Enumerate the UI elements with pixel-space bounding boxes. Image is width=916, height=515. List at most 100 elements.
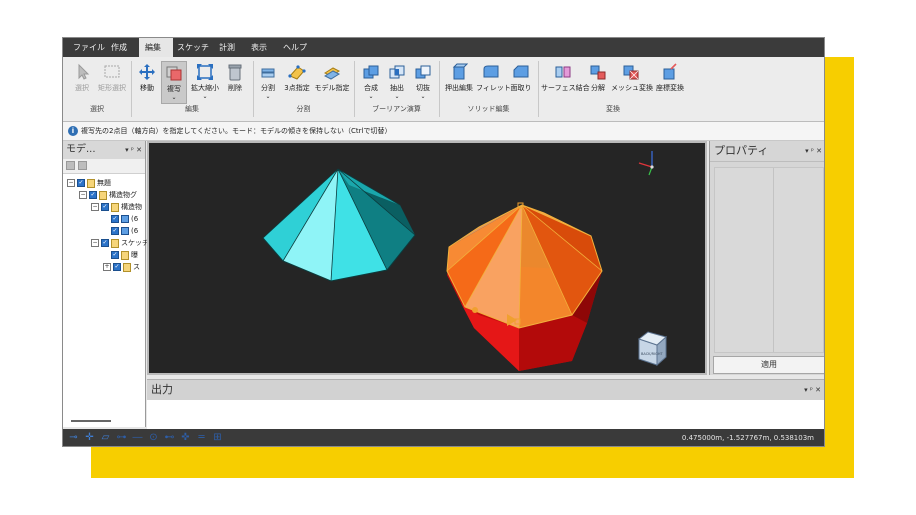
checkbox-checked-icon[interactable]: ✓ [101,239,109,247]
checkbox-checked-icon[interactable]: ✓ [113,263,121,271]
tree-node-sketch-item[interactable]: ✓ 曝 [111,250,138,261]
tree-node-solid[interactable]: ✓ (6 [111,214,138,225]
coordinate-transform-icon [663,63,677,80]
model-specify-button[interactable]: モデル指定 [314,61,350,101]
group-label-select: 選択 [90,105,104,113]
menu-bar: ファイル 作成 編集 スケッチ 計測 表示 ヘルプ [63,38,824,57]
model-specify-label: モデル指定 [314,84,350,92]
menu-sketch[interactable]: スケッチ [171,38,215,57]
snap-line-icon[interactable]: ― [131,432,144,444]
explode-button[interactable]: 分解 [587,61,609,101]
3d-viewport[interactable]: BACK/RIGHT [147,141,707,375]
menu-help[interactable]: ヘルプ [277,38,313,57]
checkbox-checked-icon[interactable]: ✓ [101,203,109,211]
checkbox-checked-icon[interactable]: ✓ [111,251,119,259]
three-point-label: 3点指定 [284,84,310,92]
extrude-label: 押出編集 [445,84,473,92]
menu-edit[interactable]: 編集 [139,38,173,57]
subtract-icon [415,65,431,79]
rectangle-select-button[interactable]: 矩形選択 [96,61,128,101]
select-label: 選択 [75,84,89,92]
model-specify-icon [323,67,341,80]
split-button[interactable]: 分割 ⌄ [257,61,279,101]
apply-button[interactable]: 適用 [713,356,824,374]
snap-midpoint-icon[interactable]: ⊷ [163,432,176,444]
horizontal-scrollbar[interactable] [71,420,111,422]
extrude-button[interactable]: 押出編集 [443,61,475,101]
extrude-icon [452,63,468,80]
red-orange-solid[interactable] [446,202,603,371]
snap-endpoint-icon[interactable]: ⊸ [67,432,80,444]
checkbox-checked-icon[interactable]: ✓ [89,191,97,199]
snap-parallel-icon[interactable]: ═ [195,432,208,444]
snap-parallelogram-icon[interactable]: ▱ [99,432,112,444]
expand-icon[interactable]: + [103,263,111,271]
intersect-button[interactable]: 抽出 ⌄ [385,61,409,101]
snap-line-endpoint-icon[interactable]: ⊶ [115,432,128,444]
menu-view[interactable]: 表示 [245,38,273,57]
tree-node-label: 構造物 [121,203,142,211]
collapse-icon[interactable]: − [91,239,99,247]
collapse-icon[interactable]: − [91,203,99,211]
delete-button[interactable]: 削除 [223,61,247,101]
menu-measure[interactable]: 計測 [213,38,241,57]
coordinate-transform-label: 座標変換 [656,84,684,92]
output-panel: 出力 ▾ ᵖ ✕ [147,379,824,430]
snap-intersection-icon[interactable]: ✜ [179,432,192,444]
checkbox-checked-icon[interactable]: ✓ [77,179,85,187]
cyan-pyramid-solid[interactable] [262,168,416,282]
checkbox-checked-icon[interactable]: ✓ [111,215,119,223]
surface-join-label: サーフェス結合 [541,84,590,92]
document-icon [87,178,95,188]
scale-button[interactable]: 拡大縮小 ⌄ [190,61,220,101]
panel-controls[interactable]: ▾ ᵖ ✕ [125,141,142,159]
tree-node-label: ス [133,263,140,271]
snap-center-icon[interactable]: ⊙ [147,432,160,444]
tree-node-sketch-item[interactable]: + ✓ ス [103,262,140,273]
tool-icon[interactable] [78,161,87,170]
instruction-bar: i 複写先の2点目（軸方向）を指定してください。モード：モデルの傾きを保持しない… [63,122,824,141]
coordinate-transform-button[interactable]: 座標変換 [653,61,687,101]
view-cube-icon[interactable]: BACK/RIGHT [637,331,668,367]
menu-create[interactable]: 作成 [105,38,133,57]
model-panel-toolbar [63,159,145,174]
tree-node-structure[interactable]: − ✓ 構造物 [91,202,142,213]
fillet-icon [483,65,499,78]
delete-label: 削除 [228,84,242,92]
move-button[interactable]: 移動 [135,61,159,101]
chamfer-button[interactable]: 面取り [508,61,534,101]
tool-icon[interactable] [66,161,75,170]
tree-node-sketch[interactable]: − ✓ スケッチ [91,238,149,249]
tree-node-root[interactable]: − ✓ 無題 [67,178,111,189]
properties-panel-header: プロパティ ▾ ᵖ ✕ [710,141,824,162]
tree-node-structure-group[interactable]: − ✓ 構造物グ [79,190,137,201]
panel-controls[interactable]: ▾ ᵖ ✕ [804,380,821,400]
snap-cross-icon[interactable]: ✛ [83,432,96,444]
collapse-icon[interactable]: − [67,179,75,187]
copy-button[interactable]: 複写 ⌄ [161,61,187,104]
checkbox-checked-icon[interactable]: ✓ [111,227,119,235]
solid-icon [121,215,129,223]
snap-point-marker[interactable] [472,307,478,313]
tree-node-solid[interactable]: ✓ (6 [111,226,138,237]
mesh-convert-button[interactable]: メッシュ変換 [611,61,653,101]
move-label: 移動 [140,84,154,92]
chevron-down-icon: ⌄ [202,93,208,100]
collapse-icon[interactable]: − [79,191,87,199]
snap-grid-icon[interactable]: ⊞ [211,432,224,444]
group-label-split: 分割 [296,105,311,113]
three-point-button[interactable]: 3点指定 [282,61,312,101]
instruction-text: 複写先の2点目（軸方向）を指定してください。モード：モデルの傾きを保持しない（C… [81,127,392,135]
cursor-arrow-icon [78,63,90,80]
status-bar: ⊸ ✛ ▱ ⊶ ― ⊙ ⊷ ✜ ═ ⊞ 0.475000m, -1.527767… [63,429,824,446]
viewport-scene[interactable]: BACK/RIGHT [149,143,705,373]
fillet-button[interactable]: フィレット [476,61,511,101]
panel-controls[interactable]: ▾ ᵖ ✕ [805,141,822,161]
select-button[interactable]: 選択 [69,61,95,101]
scale-label: 拡大縮小 [191,84,219,92]
subtract-button[interactable]: 切抜 ⌄ [411,61,435,101]
surface-join-button[interactable]: サーフェス結合 [541,61,590,101]
output-panel-header: 出力 ▾ ᵖ ✕ [147,380,824,400]
union-button[interactable]: 合成 ⌄ [359,61,383,101]
chevron-down-icon: ⌄ [420,93,426,100]
